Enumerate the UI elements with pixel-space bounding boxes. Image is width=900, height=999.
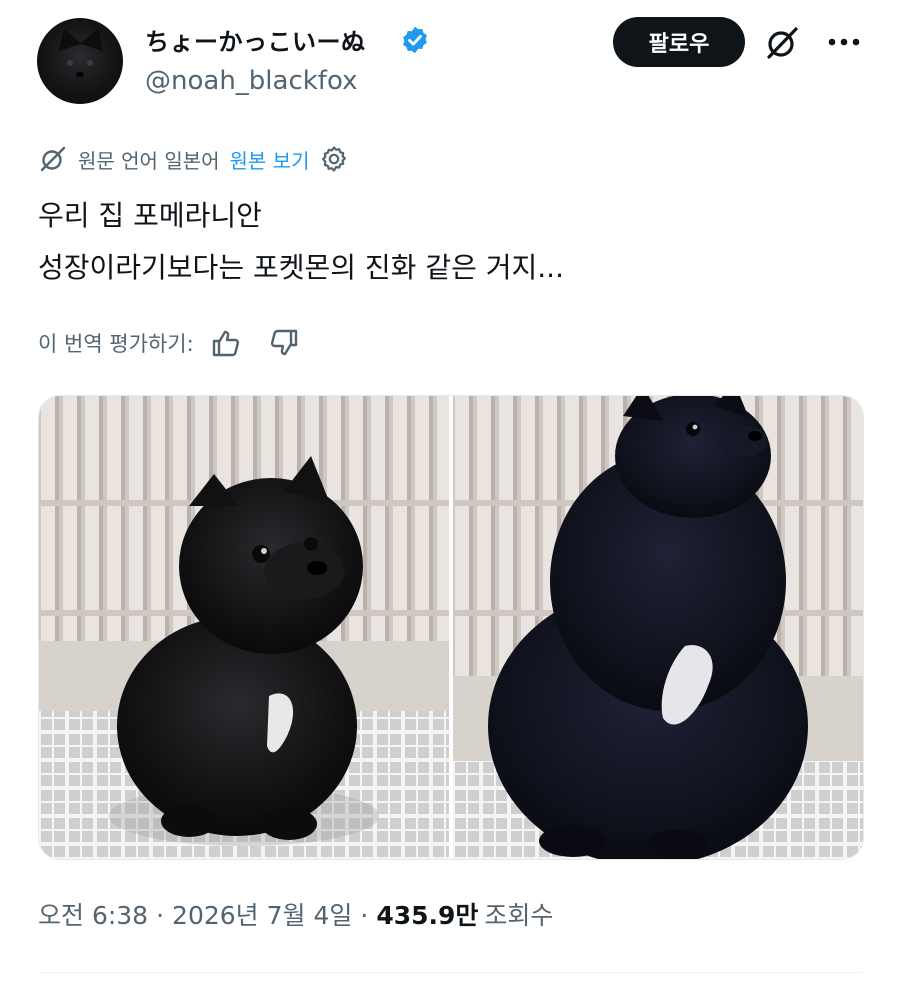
avatar-ear-left [52, 24, 82, 52]
tweet-date[interactable]: 2026년 7월 4일 [172, 896, 352, 932]
divider [38, 972, 862, 973]
display-name[interactable]: ちょーかっこいーぬ [145, 22, 366, 57]
grok-icon[interactable] [763, 24, 801, 62]
translation-notice: 원문 언어 일본어 원본 보기 [38, 142, 349, 176]
tweet-time[interactable]: 오전 6:38 [38, 896, 148, 932]
views-count[interactable]: 435.9만 [376, 896, 478, 932]
tweet-text-line-2: 성장이라기보다는 포켓몬의 진화 같은 거지... [38, 251, 564, 284]
meta-separator: · [360, 901, 369, 930]
photo-adult-dog-image [453, 396, 863, 859]
translation-source-language: 원문 언어 일본어 [78, 148, 220, 173]
meta-separator: · [156, 901, 165, 930]
photo-puppy-image [39, 396, 449, 859]
avatar-eye-right [87, 60, 93, 66]
rate-translation-label: 이 번역 평가하기: [38, 332, 194, 356]
views-label: 조회수 [484, 901, 554, 930]
tweet-meta: 오전 6:38 · 2026년 7월 4일 · 435.9만 조회수 [38, 896, 553, 932]
thumbs-up-icon[interactable] [210, 327, 242, 359]
avatar-eye-left [67, 60, 73, 66]
follow-button[interactable]: 팔로우 [613, 17, 745, 67]
verified-badge-icon [403, 26, 427, 54]
photo-puppy[interactable] [39, 396, 449, 859]
avatar-nose [76, 72, 84, 77]
rate-translation: 이 번역 평가하기: [38, 324, 300, 362]
translate-icon [40, 146, 66, 172]
photo-adult-dog[interactable] [453, 396, 863, 859]
tweet-media [38, 395, 864, 860]
more-icon[interactable] [826, 32, 862, 52]
user-handle[interactable]: @noah_blackfox [145, 66, 357, 96]
thumbs-down-icon[interactable] [268, 327, 300, 359]
gear-icon[interactable] [319, 144, 349, 174]
avatar[interactable] [37, 18, 123, 104]
tweet-text-line-1: 우리 집 포메라니안 [38, 199, 262, 232]
tweet-text: 우리 집 포메라니안 성장이라기보다는 포켓몬의 진화 같은 거지... [38, 190, 564, 294]
show-original-link[interactable]: 원본 보기 [230, 145, 310, 174]
avatar-ear-right [80, 24, 110, 52]
